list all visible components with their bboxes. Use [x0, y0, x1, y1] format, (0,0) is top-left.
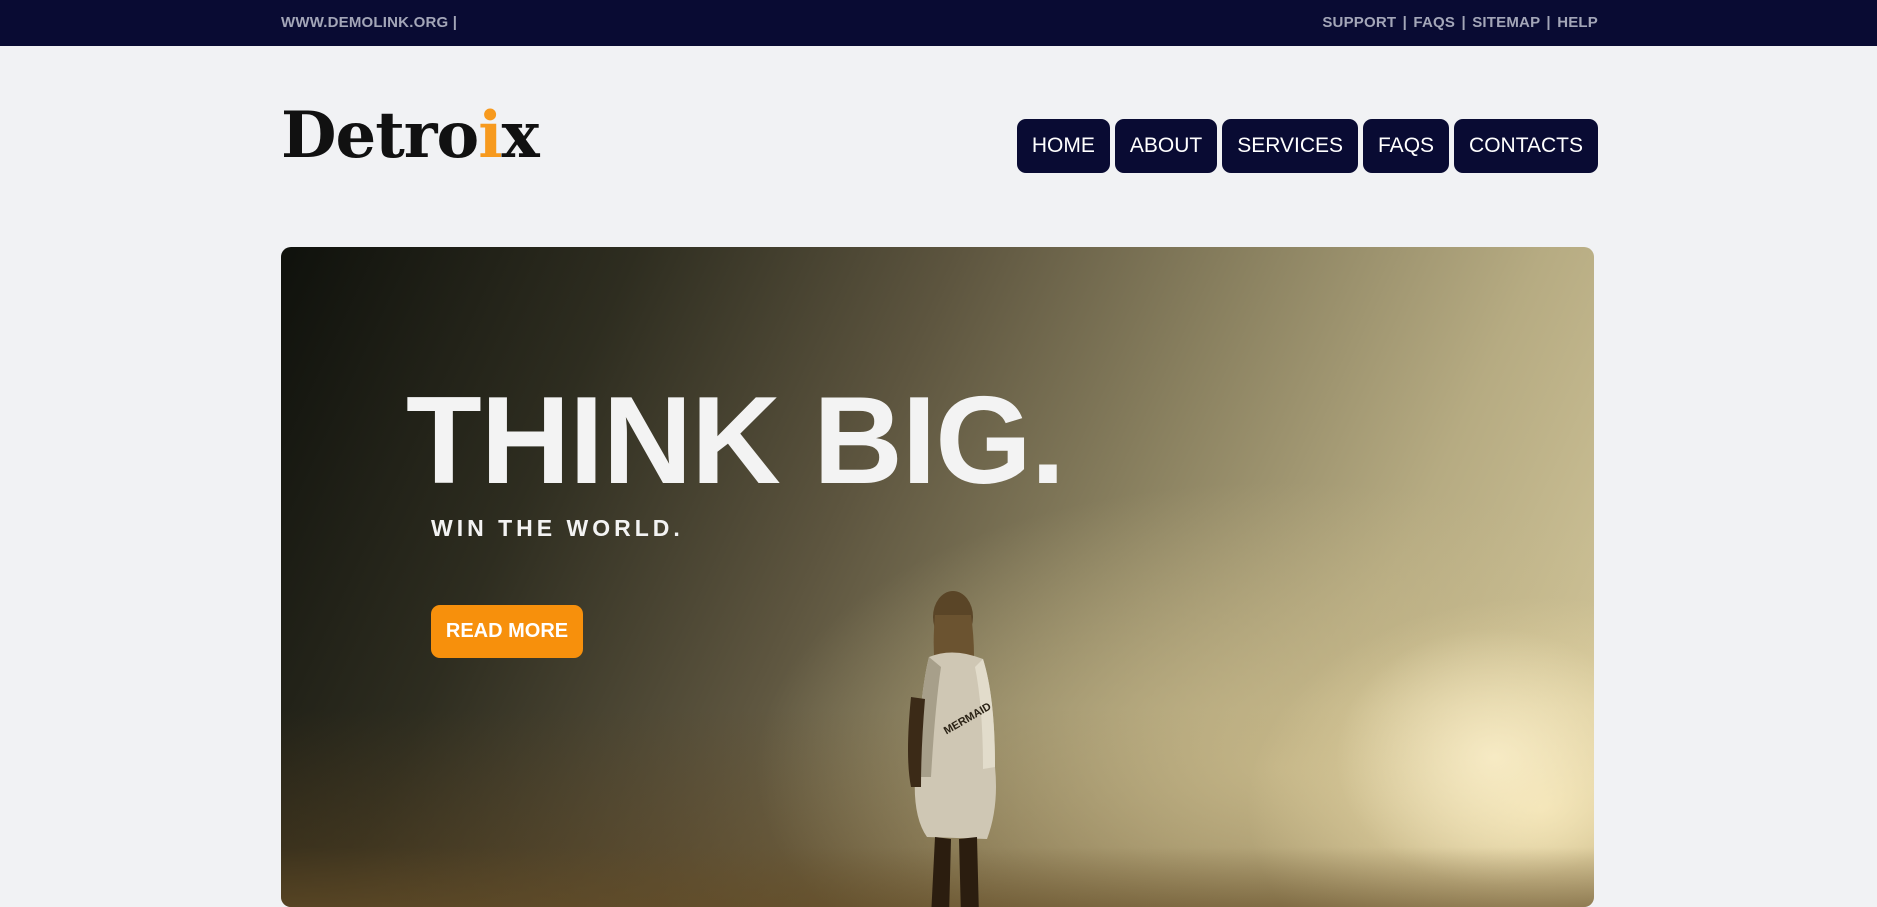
- site-url[interactable]: WWW.DEMOLINK.ORG |: [281, 14, 457, 31]
- logo-text-accent: i: [478, 98, 502, 173]
- support-link[interactable]: SUPPORT: [1322, 14, 1396, 31]
- help-link[interactable]: HELP: [1557, 14, 1598, 31]
- utility-links: SUPPORT | FAQS | SITEMAP | HELP: [1322, 14, 1598, 31]
- nav-item-faqs[interactable]: FAQS: [1363, 119, 1450, 173]
- hero-subtitle: WIN THE WORLD.: [431, 515, 684, 541]
- main-nav: HOME ABOUT SERVICES FAQS CONTACTS: [1016, 119, 1598, 173]
- read-more-button[interactable]: READ MORE: [431, 605, 583, 658]
- logo-text-main: Detro: [281, 98, 479, 173]
- nav-item-services[interactable]: SERVICES: [1222, 119, 1359, 173]
- faqs-link[interactable]: FAQS: [1413, 14, 1455, 31]
- logo-text-end: x: [501, 98, 540, 173]
- site-url-text[interactable]: WWW.DEMOLINK.ORG |: [281, 14, 457, 31]
- nav-item-home[interactable]: HOME: [1016, 119, 1110, 173]
- separator: |: [1546, 14, 1551, 31]
- separator: |: [1402, 14, 1408, 31]
- site-logo[interactable]: Detroix: [281, 104, 540, 168]
- hero-title: THINK BIG.: [406, 372, 1065, 510]
- nav-item-about[interactable]: ABOUT: [1114, 119, 1218, 173]
- nav-item-contacts[interactable]: CONTACTS: [1454, 119, 1598, 173]
- separator: |: [1461, 14, 1466, 31]
- hero-banner: MERMAID THINK BIG. WIN THE WORLD. READ M…: [281, 247, 1594, 907]
- woman-silhouette-image: MERMAID: [908, 591, 996, 907]
- sitemap-link[interactable]: SITEMAP: [1472, 14, 1540, 31]
- top-bar: WWW.DEMOLINK.ORG | SUPPORT | FAQS | SITE…: [0, 0, 1877, 46]
